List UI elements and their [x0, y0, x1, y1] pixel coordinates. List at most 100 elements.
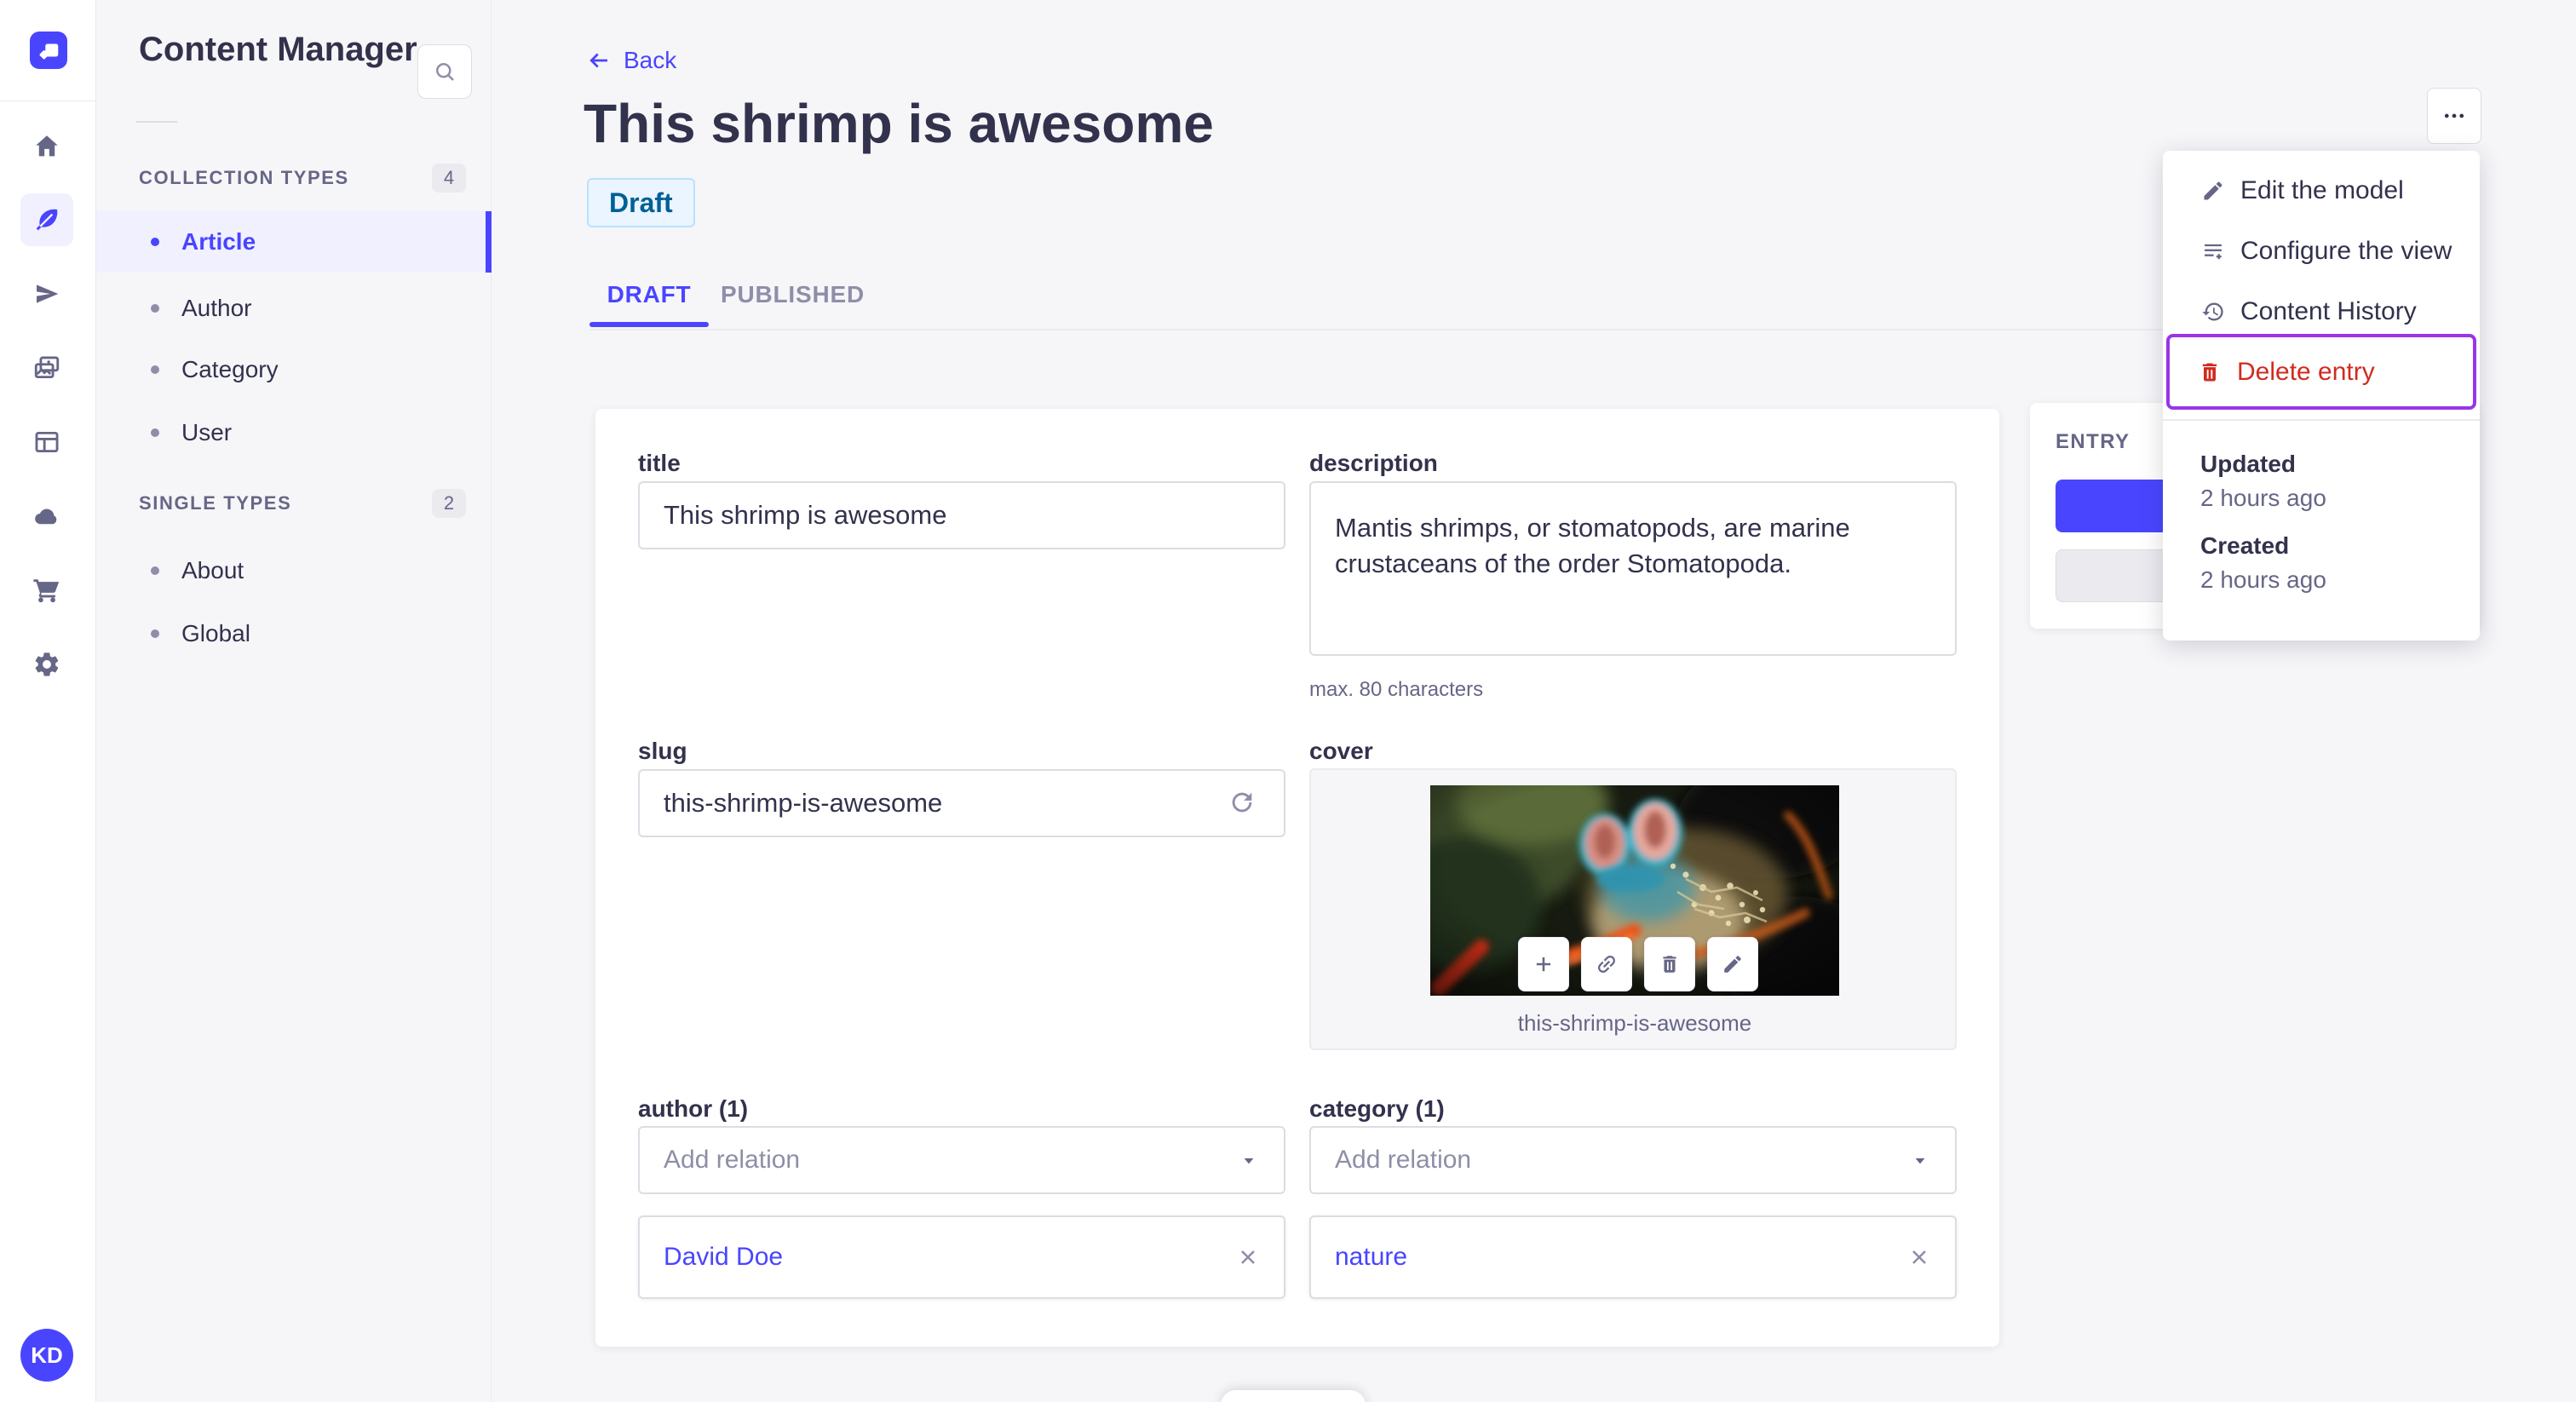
subnav-item-author[interactable]: Author [96, 278, 492, 339]
updated-value: 2 hours ago [2200, 485, 2326, 511]
pencil-icon [2200, 178, 2226, 204]
menu-item-configure-view[interactable]: Configure the view [2170, 221, 2473, 281]
bullet-icon [151, 629, 159, 638]
subnav-item-label: User [181, 419, 233, 445]
author-field-label: author (1) [638, 1095, 749, 1122]
bullet-icon [151, 365, 159, 374]
remove-relation-icon[interactable] [1236, 1245, 1260, 1269]
cover-actions [1518, 937, 1758, 991]
history-icon [2200, 299, 2226, 325]
edit-form-card: title description Mantis shrimps, or sto… [595, 409, 1999, 1347]
category-relation-link[interactable]: nature [1335, 1243, 1907, 1272]
sidebar-item-content-manager[interactable] [20, 193, 73, 246]
more-actions-button[interactable] [2427, 88, 2481, 144]
sidebar-item-deploy[interactable] [20, 490, 73, 543]
trash-icon [2197, 359, 2222, 385]
sidebar-item-releases[interactable] [20, 267, 73, 320]
tab-published[interactable]: PUBLISHED [721, 281, 864, 308]
chevron-down-icon [1915, 1158, 1925, 1164]
description-hint: max. 80 characters [1309, 678, 1484, 701]
active-indicator [486, 211, 492, 273]
subnav-title: Content Manager [139, 31, 417, 68]
created-value: 2 hours ago [2200, 566, 2326, 593]
subnav-item-article[interactable]: Article [96, 211, 492, 273]
description-field-label: description [1309, 450, 1438, 476]
cloud-icon [35, 509, 57, 525]
menu-divider [2163, 419, 2480, 421]
subnav-divider [136, 121, 177, 123]
cart-icon [33, 579, 60, 603]
media-images-icon [34, 356, 60, 379]
feather-icon [36, 209, 58, 231]
back-link[interactable]: Back [586, 47, 676, 74]
updated-label: Updated [2200, 451, 2296, 477]
page-title: This shrimp is awesome [584, 93, 1214, 154]
sidebar-item-media-library[interactable] [20, 342, 73, 394]
bullet-icon [151, 428, 159, 437]
slug-field-label: slug [638, 738, 687, 764]
plus-icon [1536, 957, 1551, 972]
subnav-item-label: Category [181, 356, 279, 382]
single-types-heading: SINGLE TYPES [139, 492, 292, 514]
collection-types-heading: COLLECTION TYPES [139, 167, 349, 188]
cover-copy-link-button[interactable] [1581, 937, 1632, 991]
created-label: Created [2200, 532, 2290, 559]
sidebar-item-marketplace[interactable] [20, 564, 73, 617]
tab-active-underline [589, 322, 709, 327]
avatar[interactable]: KD [20, 1329, 73, 1382]
subnav-item-user[interactable]: User [96, 402, 492, 463]
back-label: Back [624, 47, 677, 73]
slug-input[interactable] [638, 769, 1285, 837]
bullet-icon [151, 566, 159, 575]
category-field-label: category (1) [1309, 1095, 1445, 1122]
floating-widget[interactable] [1221, 1390, 1366, 1402]
title-input[interactable] [638, 481, 1285, 549]
gear-icon [35, 652, 59, 676]
tab-draft[interactable]: DRAFT [589, 281, 709, 308]
home-icon [36, 135, 58, 157]
subnav-item-label: Global [181, 620, 250, 646]
cover-edit-button[interactable] [1707, 937, 1758, 991]
menu-item-delete-entry[interactable]: Delete entry [2166, 334, 2476, 410]
menu-item-label: Content History [2240, 297, 2417, 325]
single-types-count-badge: 2 [432, 489, 466, 518]
cover-add-button[interactable] [1518, 937, 1569, 991]
sidebar-item-home[interactable] [20, 120, 73, 173]
description-textarea[interactable]: Mantis shrimps, or stomatopods, are mari… [1309, 481, 1957, 656]
trash-icon [1663, 956, 1676, 973]
bullet-icon [151, 304, 159, 313]
ellipsis-icon [2444, 113, 2464, 118]
regenerate-slug-button[interactable] [1228, 788, 1256, 817]
strapi-logo[interactable] [30, 32, 67, 69]
subnav-item-label: About [181, 557, 244, 583]
author-relation-combobox[interactable]: Add relation [638, 1126, 1285, 1194]
author-relation-item: David Doe [638, 1215, 1285, 1299]
link-icon [1598, 956, 1615, 973]
subnav-item-category[interactable]: Category [96, 339, 492, 400]
menu-item-label: Edit the model [2240, 176, 2404, 204]
paper-plane-icon [37, 284, 59, 303]
cover-carousel: this-shrimp-is-awesome [1309, 768, 1957, 1050]
arrow-left-icon [589, 53, 607, 68]
strapi-admin: KD Content Manager COLLECTION TYPES 4 Ar… [0, 0, 2576, 1402]
title-field-label: title [638, 450, 681, 476]
nav-rail: KD [0, 0, 96, 1402]
remove-relation-icon[interactable] [1907, 1245, 1931, 1269]
subnav-item-global[interactable]: Global [96, 603, 492, 664]
menu-item-edit-model[interactable]: Edit the model [2170, 161, 2473, 221]
category-relation-combobox[interactable]: Add relation [1309, 1126, 1957, 1194]
subnav-item-about[interactable]: About [96, 540, 492, 601]
menu-item-content-history[interactable]: Content History [2170, 282, 2473, 342]
author-relation-link[interactable]: David Doe [664, 1243, 1236, 1272]
author-combobox-placeholder: Add relation [664, 1146, 801, 1174]
status-badge: Draft [587, 178, 695, 227]
refresh-icon [1232, 792, 1252, 813]
subnav-item-label: Article [181, 228, 256, 255]
category-combobox-placeholder: Add relation [1335, 1146, 1472, 1174]
sidebar-item-settings[interactable] [20, 638, 73, 691]
status-badge-label: Draft [609, 187, 673, 218]
search-button[interactable] [417, 44, 472, 99]
configure-list-icon [2200, 238, 2226, 264]
cover-delete-button[interactable] [1644, 937, 1695, 991]
sidebar-item-content-type-builder[interactable] [20, 416, 73, 468]
